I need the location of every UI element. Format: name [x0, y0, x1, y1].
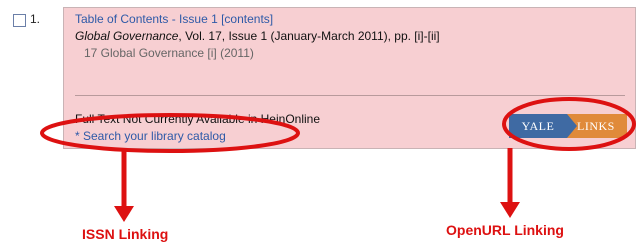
- issn-linking-label: ISSN Linking: [82, 226, 169, 242]
- openurl-arrow-head: [500, 202, 520, 218]
- issn-highlight-ellipse: [40, 113, 300, 153]
- openurl-linking-label: OpenURL Linking: [446, 222, 564, 238]
- annotation-overlay: [40, 97, 636, 222]
- issn-arrow-head: [114, 206, 134, 222]
- openurl-highlight-ellipse: [502, 97, 636, 151]
